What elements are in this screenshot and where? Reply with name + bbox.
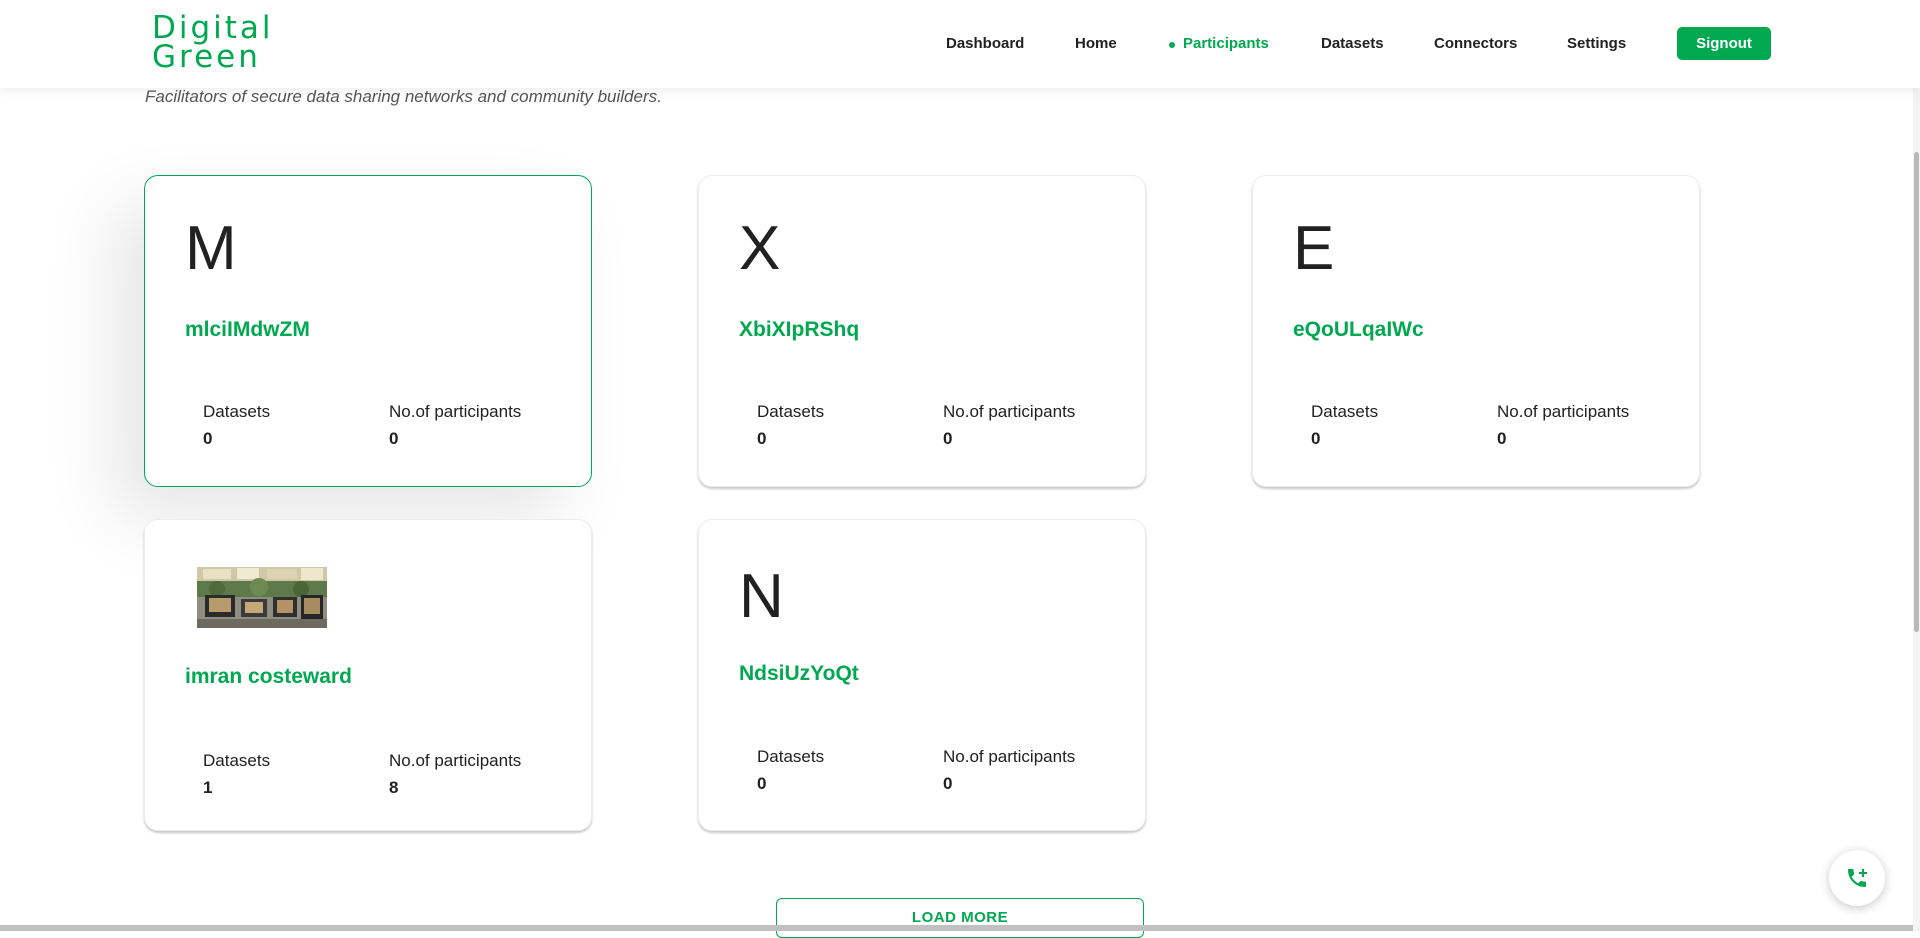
active-indicator-dot [1169,42,1175,48]
main-nav: Dashboard Home Participants Datasets Con… [0,27,1920,61]
participant-card[interactable]: E eQoULqaIWc Datasets 0 No.of participan… [1252,175,1700,487]
participant-name: eQoULqaIWc [1293,318,1424,341]
nav-connectors[interactable]: Connectors [1434,27,1517,61]
participant-name: mlciIMdwZM [185,318,310,341]
participant-card[interactable]: X XbiXIpRShq Datasets 0 No.of participan… [698,175,1146,487]
nav-settings[interactable]: Settings [1567,27,1626,61]
datasets-label: Datasets [1311,402,1379,421]
vertical-scrollbar-thumb[interactable] [1914,152,1919,632]
participant-card[interactable]: imran costeward Datasets 1 No.of partici… [144,519,592,831]
participant-name: imran costeward [185,665,352,688]
horizontal-scrollbar[interactable] [0,925,1913,931]
participants-label: No.of participants [1497,402,1630,421]
datasets-count: 0 [1311,429,1321,448]
participant-initial: M [185,214,237,283]
nav-participants-label: Participants [1183,35,1269,52]
participant-card[interactable]: M mlciIMdwZM Datasets 0 No.of participan… [144,175,592,487]
participant-initial: E [1293,214,1335,283]
nav-participants[interactable]: Participants [1169,27,1269,61]
datasets-count: 0 [757,429,767,448]
load-more-button[interactable]: LOAD MORE [776,898,1144,938]
nav-dashboard[interactable]: Dashboard [946,27,1024,61]
participants-label: No.of participants [389,402,522,421]
datasets-count: 1 [203,778,213,797]
participants-label: No.of participants [943,747,1076,766]
datasets-label: Datasets [757,402,825,421]
datasets-label: Datasets [203,402,271,421]
participants-count: 0 [943,774,953,793]
page-tagline: Facilitators of secure data sharing netw… [145,87,662,106]
participant-card[interactable]: N NdsiUzYoQt Datasets 0 No.of participan… [698,519,1146,831]
participants-count: 0 [1497,429,1507,448]
participant-name: XbiXIpRShq [739,318,860,341]
datasets-label: Datasets [203,751,271,770]
participant-initial: N [739,562,784,631]
participants-count: 0 [389,429,399,448]
participants-count: 0 [943,429,953,448]
contact-fab-button[interactable] [1829,850,1885,906]
datasets-count: 0 [203,429,213,448]
participants-count: 8 [389,778,399,797]
participant-initial: X [739,214,781,283]
participant-name: NdsiUzYoQt [739,662,859,685]
participants-label: No.of participants [943,402,1076,421]
nav-datasets[interactable]: Datasets [1321,27,1384,61]
signout-button[interactable]: Signout [1677,27,1771,60]
phone-add-icon [1848,869,1867,887]
participants-label: No.of participants [389,751,522,770]
datasets-label: Datasets [757,747,825,766]
organisation-logo-image [197,567,327,628]
datasets-count: 0 [757,774,767,793]
nav-home[interactable]: Home [1075,27,1117,61]
top-navbar: Digital Green Dashboard Home Participant… [0,0,1920,88]
